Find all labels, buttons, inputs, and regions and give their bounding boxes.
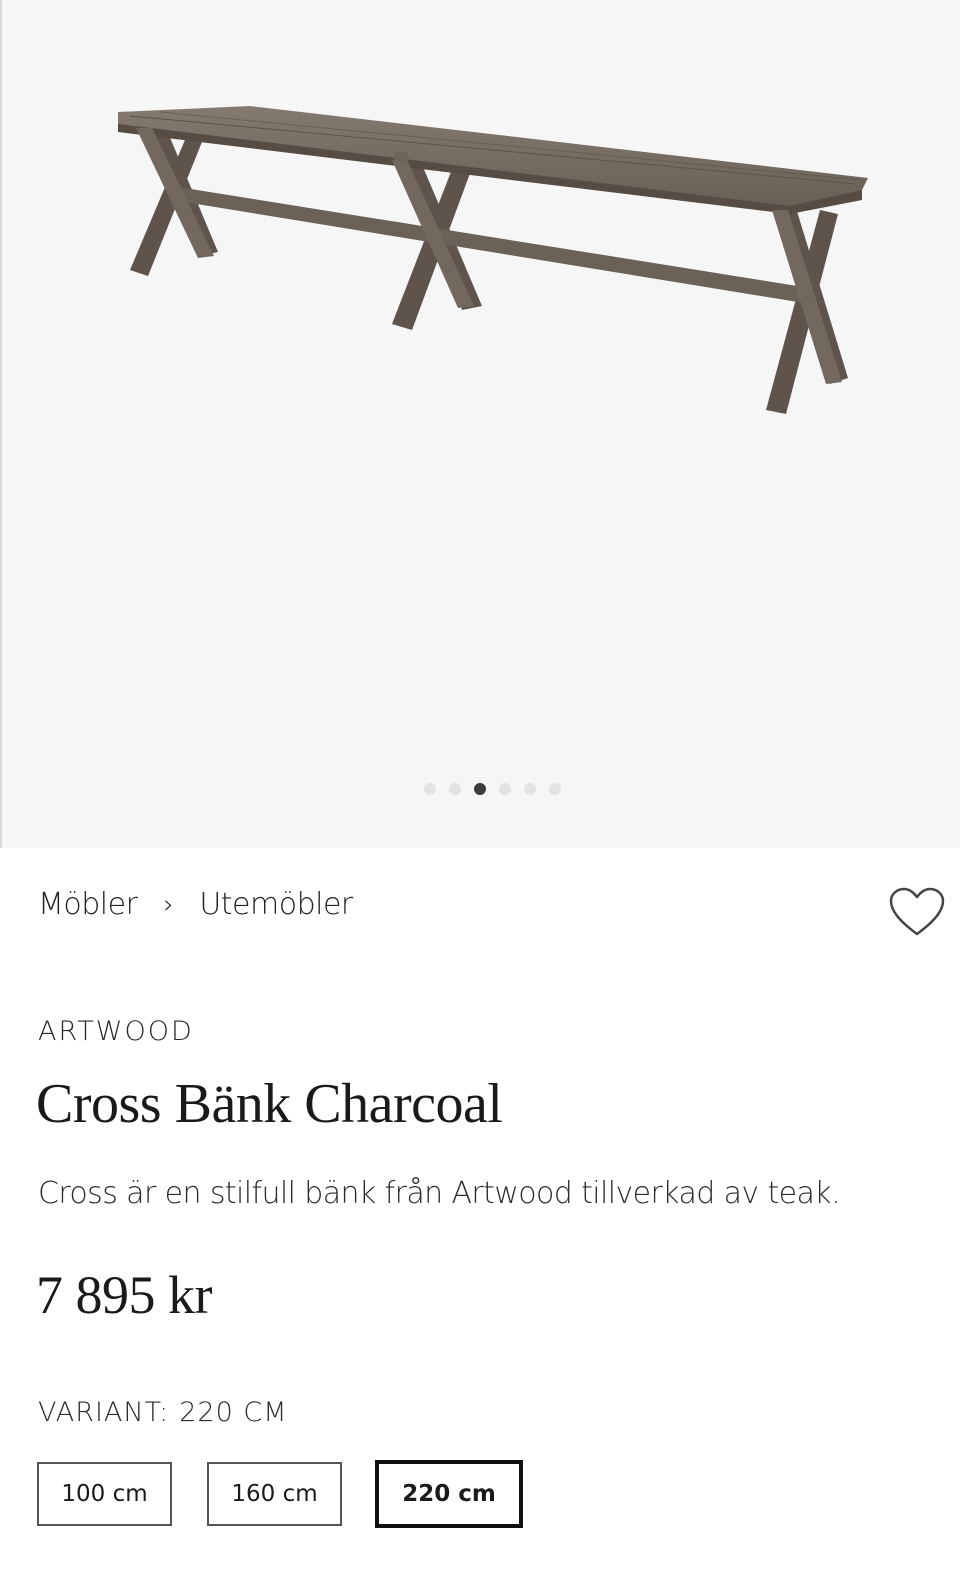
variant-selected-value: 220 CM <box>179 1397 288 1428</box>
product-gallery[interactable] <box>0 0 960 848</box>
gallery-dot[interactable] <box>549 783 561 795</box>
gallery-dot[interactable] <box>499 783 511 795</box>
variant-option-220[interactable]: 220 cm <box>375 1460 523 1528</box>
product-brand[interactable]: ARTWOOD <box>38 1016 194 1047</box>
breadcrumb-link-mobler[interactable]: Möbler <box>38 887 138 922</box>
product-description: Cross är en stilfull bänk från Artwood t… <box>38 1176 841 1211</box>
variant-label-text: VARIANT: <box>38 1397 170 1428</box>
variant-label: VARIANT: 220 CM <box>38 1397 288 1428</box>
gallery-dot-active[interactable] <box>474 783 486 795</box>
wishlist-button[interactable] <box>888 886 946 938</box>
product-image[interactable] <box>0 0 960 848</box>
product-title: Cross Bänk Charcoal <box>36 1073 503 1135</box>
gallery-dot[interactable] <box>524 783 536 795</box>
heart-outline-icon <box>889 887 945 936</box>
breadcrumb-link-utemobler[interactable]: Utemöbler <box>199 887 353 922</box>
variant-option-160[interactable]: 160 cm <box>207 1462 342 1526</box>
variant-option-100[interactable]: 100 cm <box>37 1462 172 1526</box>
gallery-dot[interactable] <box>449 783 461 795</box>
breadcrumb-separator: › <box>163 889 174 920</box>
gallery-dot[interactable] <box>424 783 436 795</box>
breadcrumb: Möbler › Utemöbler <box>38 887 353 922</box>
gallery-pagination <box>424 783 561 795</box>
product-price: 7 895 kr <box>36 1265 212 1325</box>
